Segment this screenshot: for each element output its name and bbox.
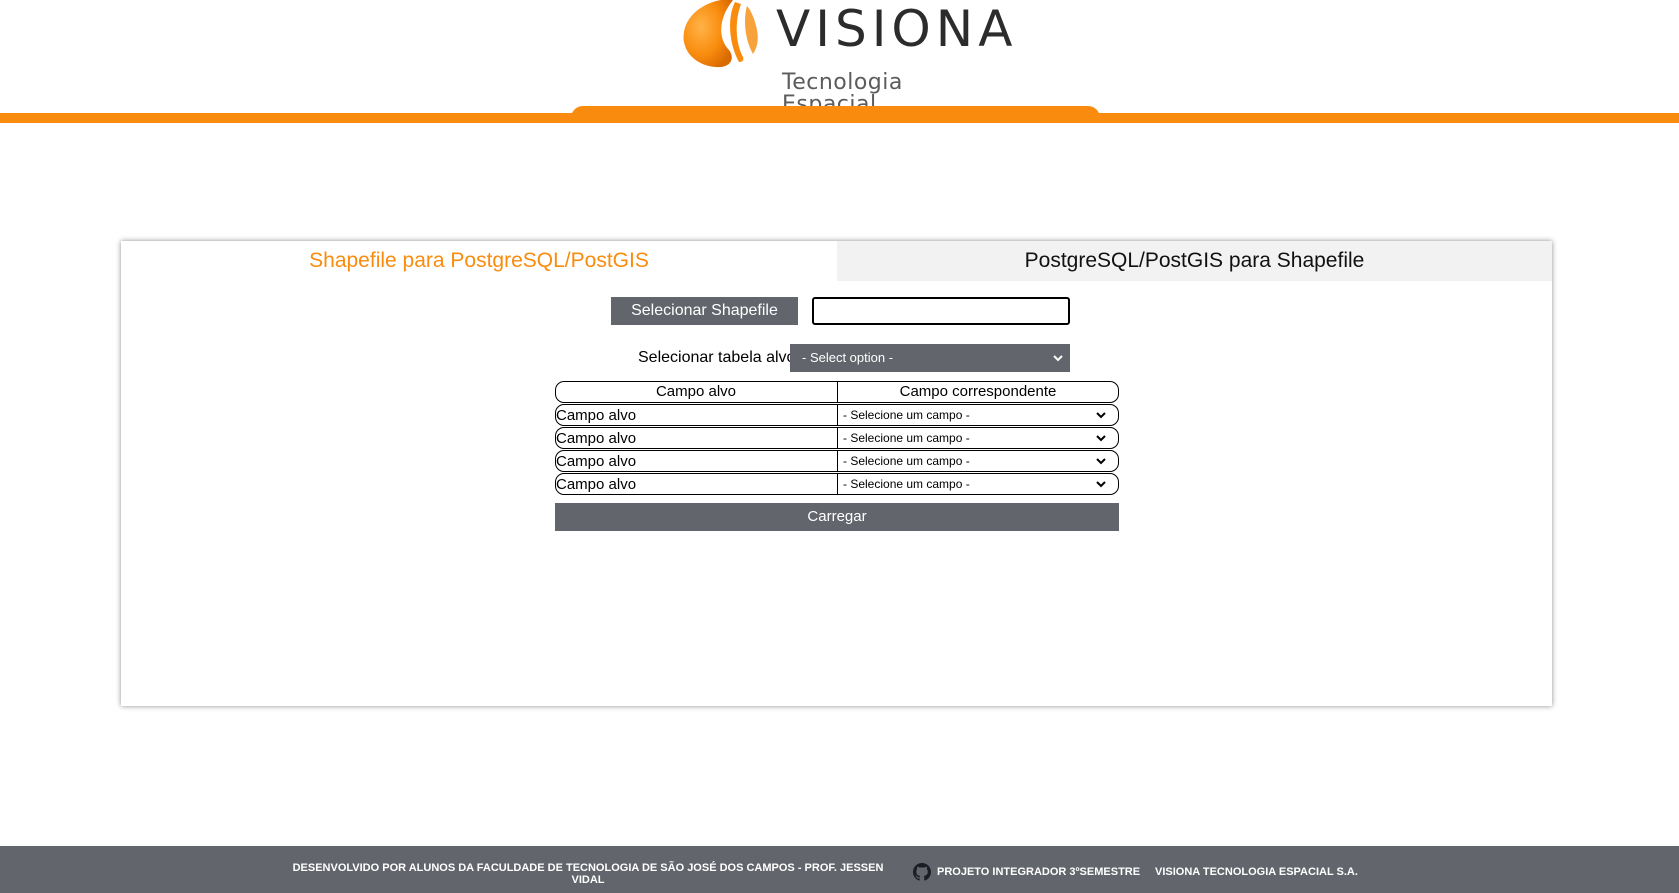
table-row: Campo alvo - Selecione um campo - — [555, 404, 1119, 426]
chevron-down-icon — [1096, 435, 1106, 442]
footer: DESENVOLVIDO POR ALUNOS DA FACULDADE DE … — [0, 846, 1679, 893]
footer-company-name: VISIONA TECNOLOGIA ESPACIAL S.A. — [1155, 866, 1358, 878]
field-mapping-table: Campo alvo Campo correspondente Campo al… — [555, 381, 1119, 496]
visiona-logo-mark-icon — [683, 0, 758, 68]
matching-field-select[interactable]: - Selecione um campo - — [841, 452, 1113, 470]
table-header-row: Campo alvo Campo correspondente — [555, 381, 1119, 403]
footer-credits: DESENVOLVIDO POR ALUNOS DA FACULDADE DE … — [292, 862, 884, 886]
chevron-down-icon — [1096, 458, 1106, 465]
target-field-name: Campo alvo — [556, 407, 637, 424]
github-icon[interactable] — [913, 863, 931, 881]
table-row: Campo alvo - Selecione um campo - — [555, 473, 1119, 495]
shapefile-path-input[interactable] — [812, 297, 1070, 325]
tab-shapefile-to-postgis[interactable]: Shapefile para PostgreSQL/PostGIS — [121, 241, 837, 281]
tab-postgis-to-shapefile[interactable]: PostgreSQL/PostGIS para Shapefile — [837, 241, 1552, 281]
matching-field-select[interactable]: - Selecione um campo - — [841, 475, 1113, 493]
matching-field-selected-value: - Selecione um campo - — [843, 477, 970, 491]
select-shapefile-button[interactable]: Selecionar Shapefile — [611, 297, 798, 325]
footer-project-link[interactable]: PROJETO INTEGRADOR 3ºSEMESTRE — [937, 866, 1140, 878]
chevron-down-icon — [1053, 355, 1063, 362]
header: VISIONA Tecnologia Espacial — [0, 0, 1679, 125]
matching-field-select[interactable]: - Selecione um campo - — [841, 406, 1113, 424]
visiona-logo: VISIONA Tecnologia Espacial — [681, 0, 1012, 116]
chevron-down-icon — [1096, 412, 1106, 419]
target-table-selected-value: - Select option - — [802, 350, 894, 365]
header-accent-bar — [0, 113, 1679, 123]
target-field-name: Campo alvo — [556, 476, 637, 493]
table-row: Campo alvo - Selecione um campo - — [555, 427, 1119, 449]
target-table-label: Selecionar tabela alvo: — [638, 349, 800, 366]
matching-field-select[interactable]: - Selecione um campo - — [841, 429, 1113, 447]
target-field-name: Campo alvo — [556, 453, 637, 470]
chevron-down-icon — [1096, 481, 1106, 488]
brand-name: VISIONA — [776, 0, 1018, 58]
matching-field-selected-value: - Selecione um campo - — [843, 408, 970, 422]
column-header-target-field: Campo alvo — [655, 383, 737, 400]
target-field-name: Campo alvo — [556, 430, 637, 447]
matching-field-selected-value: - Selecione um campo - — [843, 454, 970, 468]
column-header-matching-field: Campo correspondente — [899, 383, 1057, 400]
matching-field-selected-value: - Selecione um campo - — [843, 431, 970, 445]
target-table-select[interactable]: - Select option - — [790, 344, 1070, 372]
page: VISIONA Tecnologia Espacial Shapefile pa… — [0, 0, 1679, 893]
table-row: Campo alvo - Selecione um campo - — [555, 450, 1119, 472]
converter-panel: Shapefile para PostgreSQL/PostGIS Postgr… — [121, 241, 1552, 706]
load-button[interactable]: Carregar — [555, 503, 1119, 531]
